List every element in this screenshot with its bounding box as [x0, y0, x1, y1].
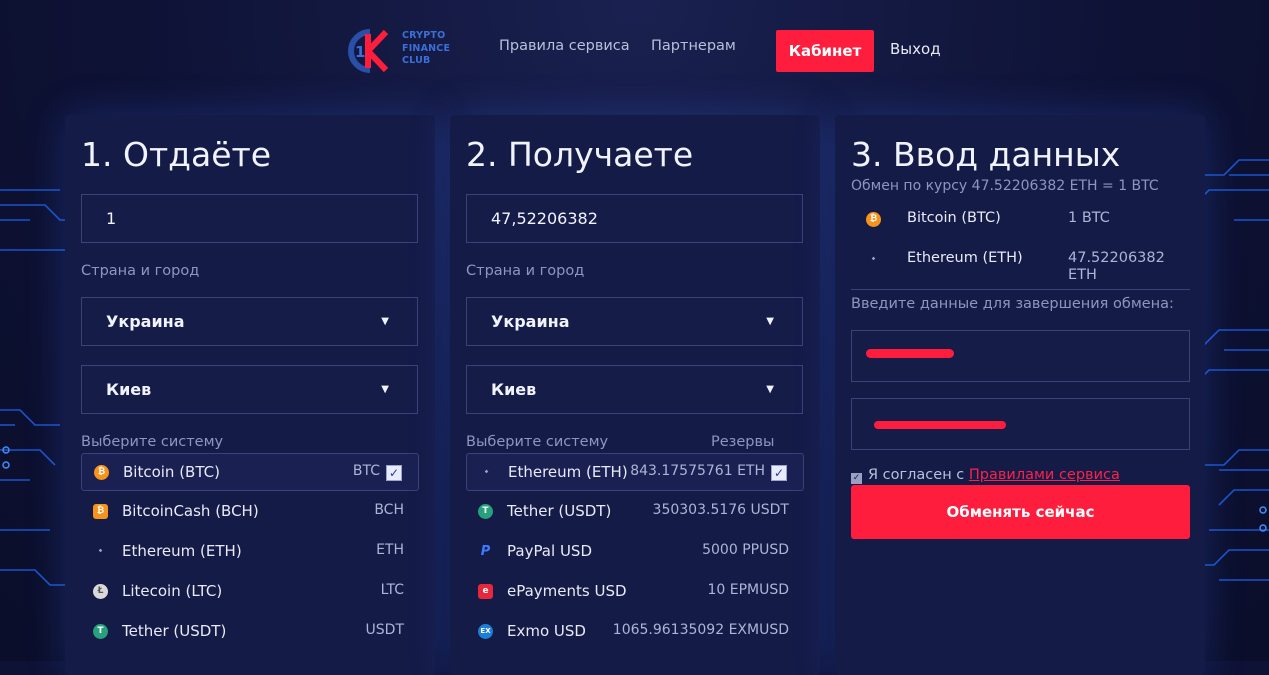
chevron-down-icon: ▼	[381, 316, 389, 327]
system-name: PayPal USD	[507, 542, 592, 560]
divider	[851, 289, 1190, 290]
reserve-amount: 843.17575761 ETH	[630, 463, 765, 479]
chevron-down-icon: ▼	[766, 384, 774, 395]
receive-amount-input[interactable]: 47,52206382	[466, 194, 803, 243]
logo[interactable]: 1 CRYPTO FINANCE CLUB	[346, 28, 456, 74]
agree-checkbox-row[interactable]: ✓ Я согласен с Правилами сервиса	[851, 467, 1120, 484]
system-name: Ethereum (ETH)	[122, 542, 242, 560]
give-system-row[interactable]: ₿ Bitcoin (BTC) BTC ✓	[81, 453, 419, 491]
system-name: Exmo USD	[507, 622, 586, 640]
agree-checkbox[interactable]: ✓	[851, 473, 862, 484]
system-code: LTC	[380, 582, 404, 598]
give-panel: 1. Отдаёте 1 Страна и город Украина ▼ Ки…	[65, 115, 435, 675]
reserve-amount: 5000 PPUSD	[702, 542, 789, 558]
instructions-text: Введите данные для завершения обмена:	[851, 296, 1174, 312]
ethereum-icon: ⬩	[98, 546, 103, 556]
give-system-label: Выберите систему	[81, 434, 224, 450]
system-name: Bitcoin (BTC)	[123, 463, 220, 481]
receive-country-value: Украина	[491, 312, 570, 331]
tether-icon: T	[93, 624, 108, 639]
paypal-icon: P	[480, 544, 491, 559]
receive-title: 2. Получаете	[466, 135, 694, 174]
reserves-label: Резервы	[711, 434, 775, 450]
data-entry-panel: 3. Ввод данных Обмен по курсу 47.5220638…	[835, 115, 1205, 675]
tether-icon: T	[478, 504, 493, 519]
receive-system-row[interactable]: EX Exmo USD 1065.96135092 EXMUSD	[466, 613, 804, 651]
reserve-amount: 350303.5176 USDT	[652, 502, 789, 518]
chevron-down-icon: ▼	[381, 384, 389, 395]
system-name: Litecoin (LTC)	[122, 582, 223, 600]
name-field[interactable]	[851, 330, 1190, 382]
receive-system-row[interactable]: e ePayments USD 10 EPMUSD	[466, 573, 804, 611]
logo-text: CRYPTO FINANCE CLUB	[402, 30, 451, 66]
selected-checkbox[interactable]: ✓	[771, 465, 787, 481]
litecoin-icon: Ł	[93, 584, 108, 599]
receive-city-value: Киев	[491, 380, 537, 399]
system-name: Tether (USDT)	[507, 502, 612, 520]
system-name: ePayments USD	[507, 582, 627, 600]
exmo-icon: EX	[478, 624, 493, 639]
give-system-row[interactable]: ⬩ Ethereum (ETH) ETH	[81, 533, 419, 571]
redaction-mark	[874, 421, 1006, 429]
system-name: BitcoinCash (BCH)	[122, 502, 259, 520]
ethereum-icon: ⬩	[484, 467, 489, 477]
give-city-select[interactable]: Киев ▼	[81, 365, 418, 414]
rules-link[interactable]: Правилами сервиса	[969, 467, 1120, 483]
bitcoincash-icon: ₿	[93, 504, 108, 519]
give-title: 1. Отдаёте	[81, 135, 272, 174]
give-amount-input[interactable]: 1	[81, 194, 418, 243]
reserve-amount: 1065.96135092 EXMUSD	[612, 622, 789, 638]
give-country-value: Украина	[106, 312, 185, 331]
nav-rules-link[interactable]: Правила сервиса	[499, 38, 630, 54]
summary-receive-amount: 47.52206382 ETH	[1068, 250, 1165, 283]
system-code: USDT	[365, 622, 404, 638]
system-code: ETH	[376, 542, 404, 558]
wallet-field[interactable]	[851, 398, 1190, 450]
reserve-amount: 10 EPMUSD	[707, 582, 789, 598]
give-country-select[interactable]: Украина ▼	[81, 297, 418, 346]
epayments-icon: e	[478, 584, 493, 599]
receive-system-row[interactable]: P PayPal USD 5000 PPUSD	[466, 533, 804, 571]
redaction-mark	[866, 349, 954, 358]
receive-system-row[interactable]: ⬩ Ethereum (ETH) 843.17575761 ETH ✓	[466, 453, 804, 491]
bitcoin-icon: ₿	[94, 465, 109, 480]
summary-give-name: Bitcoin (BTC)	[907, 210, 1001, 226]
bitcoin-icon: ₿	[866, 212, 881, 227]
svg-text:1: 1	[355, 43, 365, 61]
exchange-now-button[interactable]: Обменять сейчас	[851, 485, 1190, 539]
receive-country-select[interactable]: Украина ▼	[466, 297, 803, 346]
give-system-row[interactable]: Ł Litecoin (LTC) LTC	[81, 573, 419, 611]
site-header: 1 CRYPTO FINANCE CLUB Правила сервиса Па…	[0, 0, 1269, 95]
system-code: BCH	[374, 502, 404, 518]
agree-text: Я согласен с	[868, 467, 969, 483]
receive-city-select[interactable]: Киев ▼	[466, 365, 803, 414]
system-name: Tether (USDT)	[122, 622, 227, 640]
receive-system-label: Выберите систему	[466, 434, 609, 450]
chevron-down-icon: ▼	[766, 316, 774, 327]
system-name: Ethereum (ETH)	[508, 463, 628, 481]
selected-checkbox[interactable]: ✓	[386, 465, 402, 481]
receive-location-label: Страна и город	[466, 263, 585, 279]
system-code: BTC	[352, 463, 380, 479]
give-system-row[interactable]: T Tether (USDT) USDT	[81, 613, 419, 651]
summary-give-amount: 1 BTC	[1068, 210, 1110, 226]
give-city-value: Киев	[106, 380, 152, 399]
logo-mark-icon: 1	[348, 29, 389, 73]
exit-link[interactable]: Выход	[890, 40, 941, 58]
data-entry-body: ₿ Bitcoin (BTC) 1 BTC ⬩ Ethereum (ETH) 4…	[851, 115, 1190, 675]
cabinet-button[interactable]: Кабинет	[776, 30, 874, 72]
nav-partners-link[interactable]: Партнерам	[651, 38, 736, 54]
receive-system-row[interactable]: T Tether (USDT) 350303.5176 USDT	[466, 493, 804, 531]
give-location-label: Страна и город	[81, 263, 200, 279]
summary-receive-name: Ethereum (ETH)	[907, 250, 1023, 266]
receive-panel: 2. Получаете 47,52206382 Страна и город …	[450, 115, 820, 675]
ethereum-icon: ⬩	[871, 254, 876, 264]
give-system-row[interactable]: ₿ BitcoinCash (BCH) BCH	[81, 493, 419, 531]
